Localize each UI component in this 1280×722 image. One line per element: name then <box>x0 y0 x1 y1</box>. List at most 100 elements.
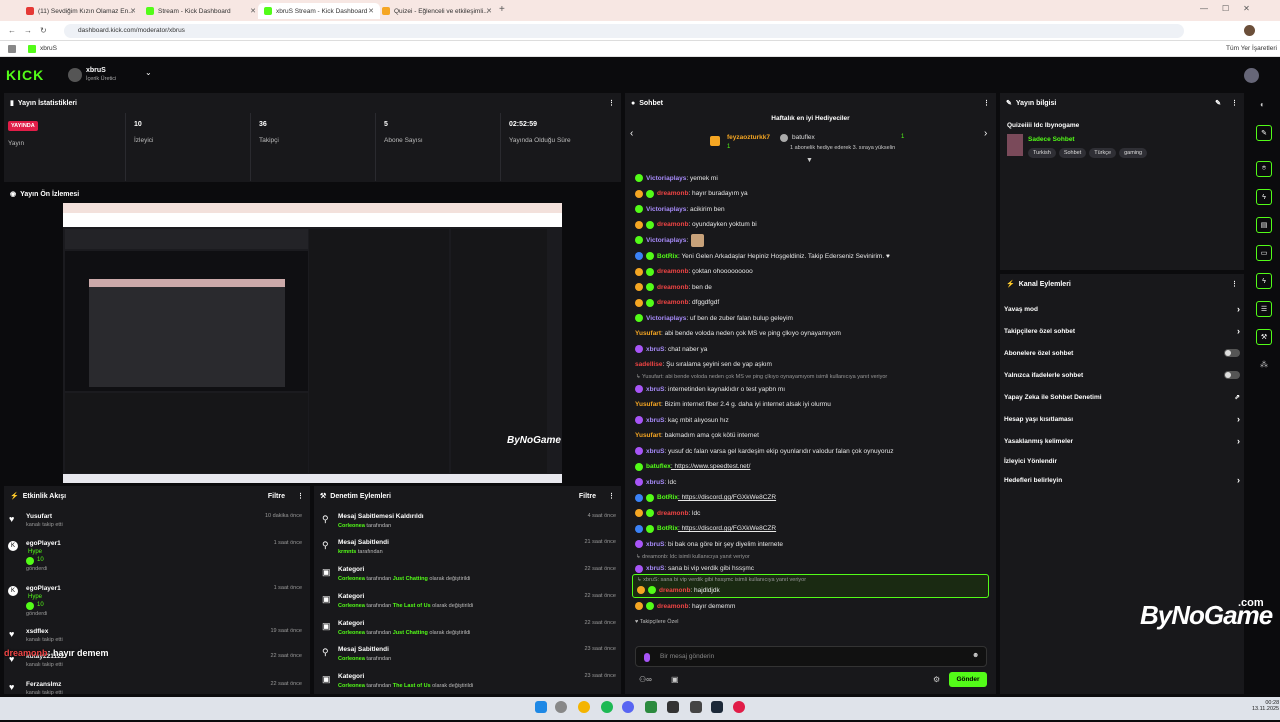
spotify-icon[interactable] <box>601 701 613 713</box>
chat-message[interactable]: Victoriaplays: acikirim ben <box>635 202 990 216</box>
chat-message[interactable]: BotRix: https://discord.gg/FGXkWe8CZR <box>635 522 990 536</box>
channel-action[interactable]: Yavaş mod › <box>1004 298 1240 320</box>
chat-username[interactable]: Yusufart <box>635 401 661 408</box>
avatar[interactable] <box>1244 68 1259 83</box>
chat-message[interactable]: Victoriaplays: yemek mi <box>635 171 990 185</box>
activity-item[interactable]: KegoPlayer1 1 saat önce Hype 10 gönderdi <box>4 582 306 626</box>
chat-username[interactable]: xbruS <box>646 479 664 486</box>
chat-message[interactable]: sadellise: Şu sıralama şeyini sen de yap… <box>635 358 990 372</box>
chat-username[interactable]: xbruS <box>646 386 664 393</box>
toggle-switch[interactable] <box>1224 349 1240 357</box>
dock-icon[interactable]: ◐ <box>1260 100 1265 109</box>
app-icon[interactable] <box>667 701 679 713</box>
new-tab-icon[interactable]: + <box>499 4 505 15</box>
moderation-item[interactable]: ▣ Kategori 23 saat önce Corleonea tarafında… <box>318 672 620 698</box>
chat-message[interactable]: xbruS: ldc <box>635 475 990 489</box>
kick-logo[interactable]: KICK <box>6 67 44 83</box>
browser-tab[interactable]: (11) Sevdiğim Kızın Olamaz En... ✕ <box>20 3 142 19</box>
lightning-icon[interactable]: ϟ <box>1256 273 1272 289</box>
chat-message[interactable]: xbruS: kaç mbit alıyosun hız <box>635 413 990 427</box>
tag[interactable]: Turkish <box>1028 148 1056 158</box>
profile-avatar[interactable] <box>1244 25 1255 36</box>
chevron-down-icon[interactable]: ⌄ <box>145 68 152 77</box>
edit-icon[interactable]: ✎ <box>1256 125 1272 141</box>
document-icon[interactable]: ▤ <box>1256 217 1272 233</box>
chat-username[interactable]: dreamonb <box>657 284 688 291</box>
chat-message[interactable]: Victoriaplays: uf ben de zuber falan bul… <box>635 311 990 325</box>
emoji-icon[interactable]: ☻ <box>972 652 979 659</box>
chevron-right-icon[interactable]: › <box>1237 414 1240 424</box>
chat-username[interactable]: dreamonb <box>657 299 688 306</box>
chat-message[interactable]: dreamonb: hayır buradayım ya <box>635 187 990 201</box>
tag[interactable]: gaming <box>1119 148 1148 158</box>
windows-start-icon[interactable] <box>535 701 547 713</box>
bookmark-item[interactable]: xbruS <box>40 45 57 52</box>
moderation-item[interactable]: ▣ Kategori 22 saat önce Corleonea tarafında… <box>318 592 620 618</box>
chat-username[interactable]: xbruS <box>646 346 664 353</box>
steam-icon[interactable] <box>711 701 723 713</box>
tag[interactable]: Türkçe <box>1089 148 1117 158</box>
chat-message[interactable]: xbruS: chat naber ya <box>635 342 990 356</box>
chat-username[interactable]: xbruS <box>646 448 664 455</box>
close-icon[interactable]: ✕ <box>368 7 374 15</box>
close-icon[interactable]: ✕ <box>250 7 256 15</box>
moderation-item[interactable]: ▣ Kategori 22 saat önce Corleonea tarafında… <box>318 619 620 645</box>
chat-username[interactable]: sadellise <box>635 361 662 368</box>
chat-username[interactable]: dreamonb <box>657 190 688 197</box>
search-icon[interactable] <box>555 701 567 713</box>
url-field[interactable]: dashboard.kick.com/moderator/xbrus <box>64 24 1184 38</box>
activity-item[interactable]: KegoPlayer1 1 saat önce Hype 10 gönderdi <box>4 537 306 581</box>
chat-username[interactable]: Victoriaplays <box>646 237 686 244</box>
browser-tab[interactable]: Quizei - Eğlenceli ve etkileşimli... ✕ <box>376 3 498 19</box>
chat-message[interactable]: Yusufart: abi bende voloda neden çok MS … <box>635 327 990 341</box>
chat-message[interactable]: batuflex: https://www.speedtest.net/ <box>635 460 990 474</box>
chat-username[interactable]: batuflex <box>646 463 671 470</box>
channel-action[interactable]: Yalnızca ifadelerle sohbet <box>1004 364 1240 386</box>
chat-message[interactable]: Yusufart: Bizim internet fiber 2.4 g. da… <box>635 398 990 412</box>
chat-message[interactable]: Yusufart: bakmadım ama çok kötü internet <box>635 429 990 443</box>
pin-icon[interactable]: ▼ <box>806 157 813 164</box>
moderation-item[interactable]: ⚲ Mesaj Sabitlendi 23 saat önce Corleonea t… <box>318 645 620 671</box>
chevron-right-icon[interactable]: › <box>1237 475 1240 485</box>
close-icon[interactable]: ✕ <box>486 7 492 15</box>
server-icon[interactable]: ☰ <box>1256 301 1272 317</box>
channel-action[interactable]: Yasaklanmış kelimeler › <box>1004 430 1240 452</box>
chevron-right-icon[interactable]: › <box>1237 436 1240 446</box>
all-bookmarks[interactable]: Tüm Yer İşaretleri <box>1226 45 1277 52</box>
moderation-item[interactable]: ⚲ Mesaj Sabitlendi 21 saat önce krmnts tara… <box>318 538 620 564</box>
stream-preview[interactable]: ByNoGame <box>63 203 562 483</box>
chat-message[interactable]: xbruS: bi bak ona göre bir şey diyelim i… <box>635 537 990 551</box>
chat-username[interactable]: BotRix <box>657 494 678 501</box>
chat-username[interactable]: xbruS <box>646 565 664 572</box>
bolt-icon[interactable]: ϟ <box>1256 189 1272 205</box>
camera-icon[interactable]: ⌾ <box>1256 161 1272 177</box>
channel-action[interactable]: Takipçilere özel sohbet › <box>1004 320 1240 342</box>
gear-icon[interactable]: ⚙ <box>933 675 940 684</box>
chat-username[interactable]: Victoriaplays <box>646 206 686 213</box>
chat-message[interactable]: dreamonb: oyundayken yoktum bi <box>635 218 990 232</box>
chat-username[interactable]: xbruS <box>646 417 664 424</box>
apps-icon[interactable] <box>8 45 16 53</box>
chat-username[interactable]: dreamonb <box>657 510 688 517</box>
more-icon[interactable]: ⋮ <box>608 492 615 500</box>
chat-message[interactable]: dreamonb: çoktan ohooooooooo <box>635 265 990 279</box>
stream-category[interactable]: Sadece Sohbet <box>1028 136 1075 143</box>
pencil-icon[interactable]: ✎ <box>1215 99 1221 107</box>
browser-tab-active[interactable]: xbruS Stream - Kick Dashboard ✕ <box>258 3 380 19</box>
filter-button[interactable]: Filtre <box>268 493 285 500</box>
gift-icon[interactable]: ▣ <box>671 675 679 684</box>
chevron-right-icon[interactable]: › <box>984 128 987 139</box>
tag[interactable]: Sohbet <box>1058 148 1087 158</box>
window-controls[interactable]: —☐✕ <box>1200 4 1264 13</box>
more-icon[interactable]: ⋮ <box>608 99 615 107</box>
chevron-right-icon[interactable]: › <box>1237 304 1240 314</box>
wrench-icon[interactable]: ⚒ <box>1256 329 1272 345</box>
channel-action[interactable]: Hedefleri belirleyin › <box>1004 469 1240 491</box>
external-link-icon[interactable]: ⇗ <box>1235 393 1240 401</box>
chat-message[interactable]: dreamonb: dfggdfgdf <box>635 296 990 310</box>
moderation-item[interactable]: ▣ Kategori 22 saat önce Corleonea tarafında… <box>318 565 620 591</box>
chat-message[interactable]: xbruS: yusuf dc falan varsa gel kardeşim… <box>635 444 990 458</box>
moderation-item[interactable]: ⚲ Mesaj Sabitlemesi Kaldırıldı 4 saat önce… <box>318 512 620 538</box>
nav-buttons-icon[interactable]: ←→↻ <box>8 26 55 35</box>
chat-message[interactable]: xbruS: internetinden kaynaklıdır o test … <box>635 382 990 396</box>
